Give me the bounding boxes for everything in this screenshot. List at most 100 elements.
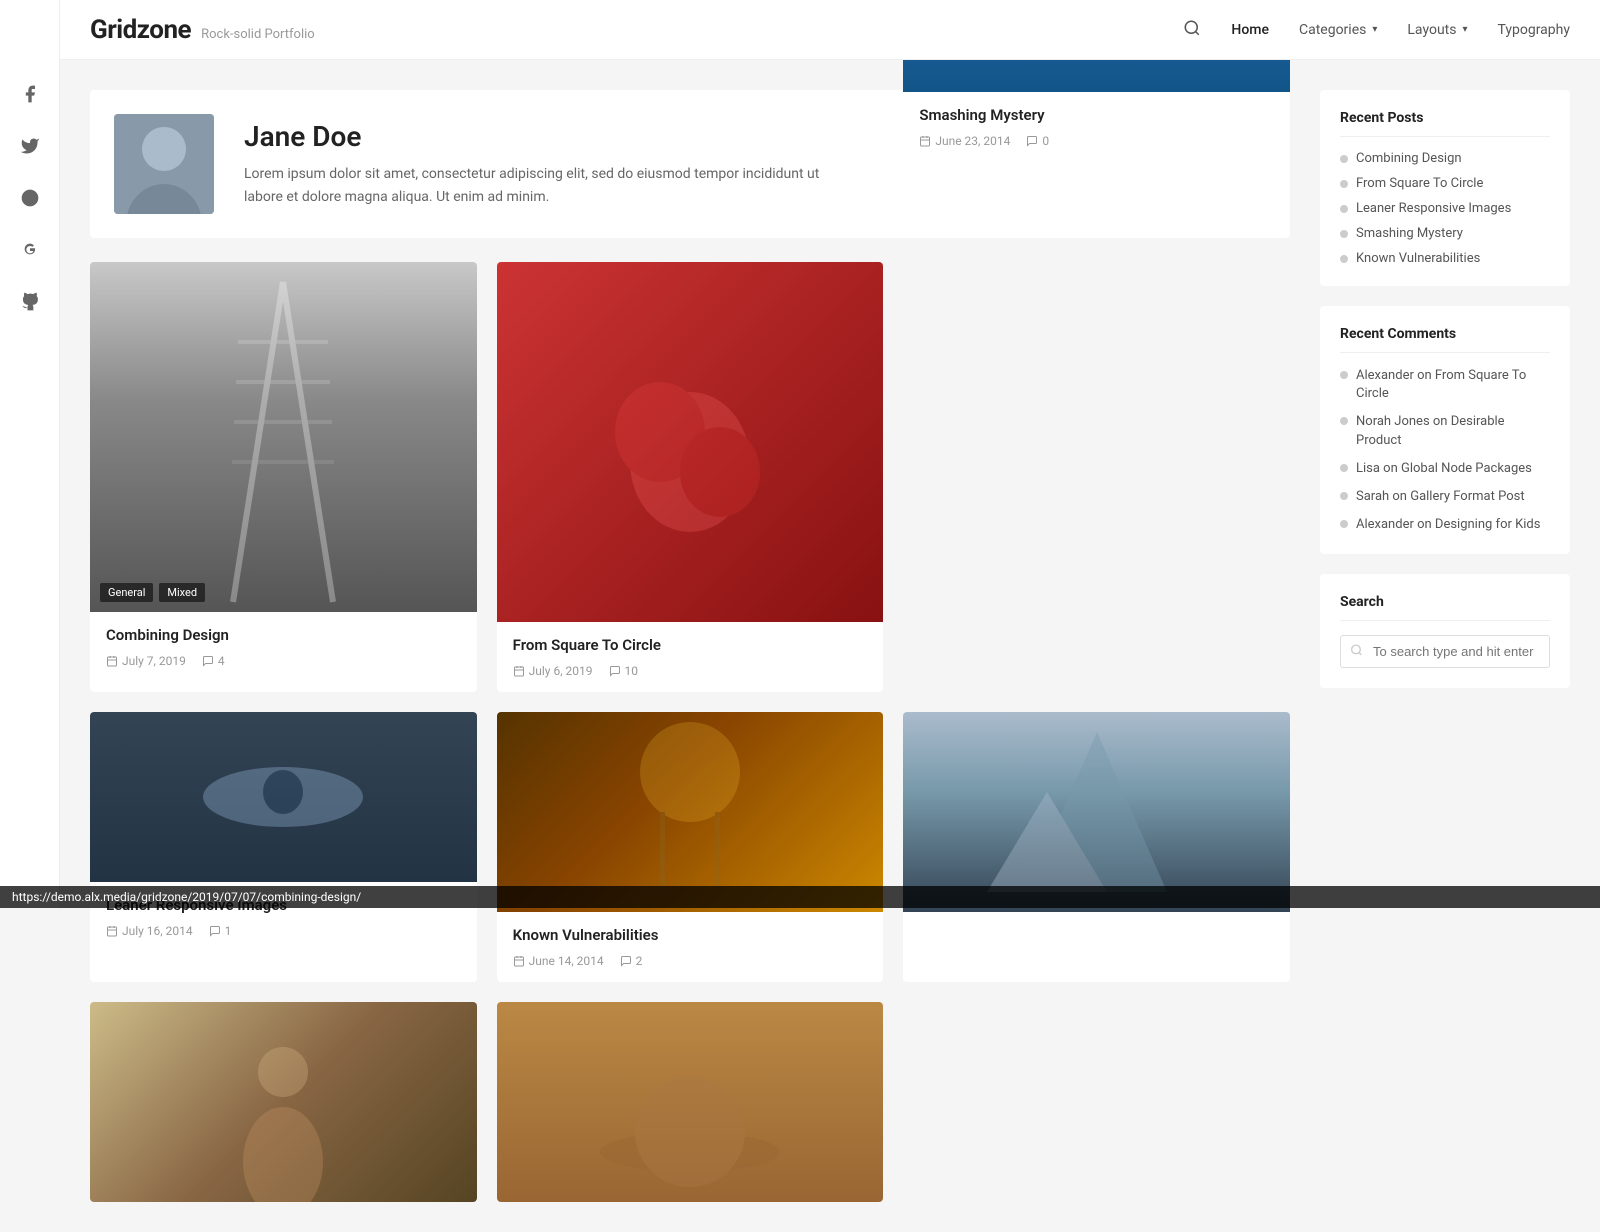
search-title: Search <box>1340 594 1550 621</box>
comment-text: Lisa on Global Node Packages <box>1340 460 1532 478</box>
post-date: July 16, 2014 <box>106 924 193 938</box>
post-title: From Square To Circle <box>513 636 868 654</box>
nav-layouts[interactable]: Layouts ▾ <box>1407 22 1467 38</box>
brand: Gridzone Rock-solid Portfolio <box>90 15 315 45</box>
post-meta: July 7, 2019 4 <box>106 654 461 668</box>
post-card[interactable]: Leaner Responsive Images July 16, 2014 1 <box>90 712 477 982</box>
post-comments: 0 <box>1026 134 1049 148</box>
post-meta: July 6, 2019 10 <box>513 664 868 678</box>
post-content: From Square To Circle July 6, 2019 10 <box>497 622 884 692</box>
dot-icon <box>1340 155 1348 163</box>
brand-name[interactable]: Gridzone <box>90 15 191 45</box>
post-link[interactable]: Combining Design <box>1356 151 1462 166</box>
post-card[interactable]: From Square To Circle July 6, 2019 10 <box>497 262 884 692</box>
recent-posts-list: Combining Design From Square To Circle L… <box>1340 151 1550 266</box>
post-date: June 23, 2014 <box>919 134 1010 148</box>
recent-posts-widget: Recent Posts Combining Design From Squar… <box>1320 90 1570 286</box>
comment-text: Sarah on Gallery Format Post <box>1340 488 1525 506</box>
search-input[interactable] <box>1340 635 1550 668</box>
post-content: Combining Design July 7, 2019 4 <box>90 612 477 682</box>
post-meta: June 23, 2014 0 <box>919 134 1274 148</box>
dot-icon <box>1340 492 1348 500</box>
post-title: Known Vulnerabilities <box>513 926 868 944</box>
nav-typography[interactable]: Typography <box>1498 22 1570 38</box>
post-meta: June 14, 2014 2 <box>513 954 868 968</box>
search-icon[interactable] <box>1183 19 1201 41</box>
recent-comments-widget: Recent Comments Alexander on From Square… <box>1320 306 1570 554</box>
posts-grid: General Mixed Combining Design July 7, 2… <box>90 262 1290 1202</box>
post-date: June 14, 2014 <box>513 954 604 968</box>
left-sidebar <box>0 0 60 908</box>
recent-comments-list: Alexander on From Square To Circle Norah… <box>1340 367 1550 534</box>
post-comments: 1 <box>209 924 232 938</box>
list-item[interactable]: Alexander on From Square To Circle <box>1340 367 1550 403</box>
list-item[interactable]: Smashing Mystery <box>1340 226 1550 241</box>
post-title: Combining Design <box>106 626 461 644</box>
status-url: https://demo.alx.media/gridzone/2019/07/… <box>12 890 361 904</box>
post-comments: 10 <box>609 664 639 678</box>
author-avatar <box>114 114 214 214</box>
author-bio: Lorem ipsum dolor sit amet, consectetur … <box>244 163 824 208</box>
comment-text: Norah Jones on Desirable Product <box>1340 413 1550 449</box>
dot-icon <box>1340 371 1348 379</box>
post-comments: 2 <box>620 954 643 968</box>
post-card[interactable]: General Mixed Combining Design July 7, 2… <box>90 262 477 692</box>
nav-home[interactable]: Home <box>1231 22 1269 38</box>
post-date: July 7, 2019 <box>106 654 186 668</box>
post-card[interactable] <box>497 1002 884 1202</box>
search-widget: Search <box>1320 574 1570 688</box>
post-tags: General Mixed <box>100 583 205 602</box>
post-card[interactable] <box>903 712 1290 982</box>
brand-tagline: Rock-solid Portfolio <box>201 27 315 42</box>
dot-icon <box>1340 230 1348 238</box>
content-area: Jane Doe Lorem ipsum dolor sit amet, con… <box>90 90 1290 1202</box>
list-item[interactable]: Known Vulnerabilities <box>1340 251 1550 266</box>
twitter-icon[interactable] <box>16 132 44 160</box>
post-meta: July 16, 2014 1 <box>106 924 461 938</box>
author-info: Jane Doe Lorem ipsum dolor sit amet, con… <box>244 120 824 208</box>
navbar: Gridzone Rock-solid Portfolio Home Categ… <box>60 0 1600 60</box>
search-icon <box>1350 643 1363 660</box>
post-comments: 4 <box>202 654 225 668</box>
post-date: July 6, 2019 <box>513 664 593 678</box>
post-link[interactable]: Known Vulnerabilities <box>1356 251 1480 266</box>
post-link[interactable]: Leaner Responsive Images <box>1356 201 1511 216</box>
dot-icon <box>1340 464 1348 472</box>
list-item[interactable]: Lisa on Global Node Packages <box>1340 460 1550 478</box>
recent-posts-title: Recent Posts <box>1340 110 1550 137</box>
list-item[interactable]: Alexander on Designing for Kids <box>1340 516 1550 534</box>
dot-icon <box>1340 180 1348 188</box>
google-icon[interactable] <box>16 236 44 264</box>
post-link[interactable]: Smashing Mystery <box>1356 226 1463 241</box>
search-box <box>1340 635 1550 668</box>
dribbble-icon[interactable] <box>16 184 44 212</box>
list-item[interactable]: Leaner Responsive Images <box>1340 201 1550 216</box>
post-title: Smashing Mystery <box>919 106 1274 124</box>
comment-text: Alexander on From Square To Circle <box>1340 367 1550 403</box>
list-item[interactable]: Sarah on Gallery Format Post <box>1340 488 1550 506</box>
dot-icon <box>1340 255 1348 263</box>
list-item[interactable]: From Square To Circle <box>1340 176 1550 191</box>
post-card[interactable] <box>90 1002 477 1202</box>
dot-icon <box>1340 520 1348 528</box>
post-content: Known Vulnerabilities June 14, 2014 2 <box>497 912 884 982</box>
recent-comments-title: Recent Comments <box>1340 326 1550 353</box>
right-sidebar: Recent Posts Combining Design From Squar… <box>1320 90 1570 1202</box>
nav-categories[interactable]: Categories ▾ <box>1299 22 1377 38</box>
github-icon[interactable] <box>16 288 44 316</box>
list-item[interactable]: Combining Design <box>1340 151 1550 166</box>
page-body: Jane Doe Lorem ipsum dolor sit amet, con… <box>60 60 1600 1232</box>
post-link[interactable]: From Square To Circle <box>1356 176 1483 191</box>
dot-icon <box>1340 205 1348 213</box>
main-wrapper: Gridzone Rock-solid Portfolio Home Categ… <box>60 0 1600 1232</box>
nav-links: Home Categories ▾ Layouts ▾ Typography <box>1183 19 1570 41</box>
list-item[interactable]: Norah Jones on Desirable Product <box>1340 413 1550 449</box>
post-tag: General <box>100 583 153 602</box>
post-card[interactable]: Known Vulnerabilities June 14, 2014 2 <box>497 712 884 982</box>
dot-icon <box>1340 417 1348 425</box>
post-content: Smashing Mystery June 23, 2014 0 <box>903 92 1290 162</box>
status-bar: https://demo.alx.media/gridzone/2019/07/… <box>0 886 1600 908</box>
post-tag: Mixed <box>159 583 205 602</box>
author-name: Jane Doe <box>244 120 824 153</box>
facebook-icon[interactable] <box>16 80 44 108</box>
